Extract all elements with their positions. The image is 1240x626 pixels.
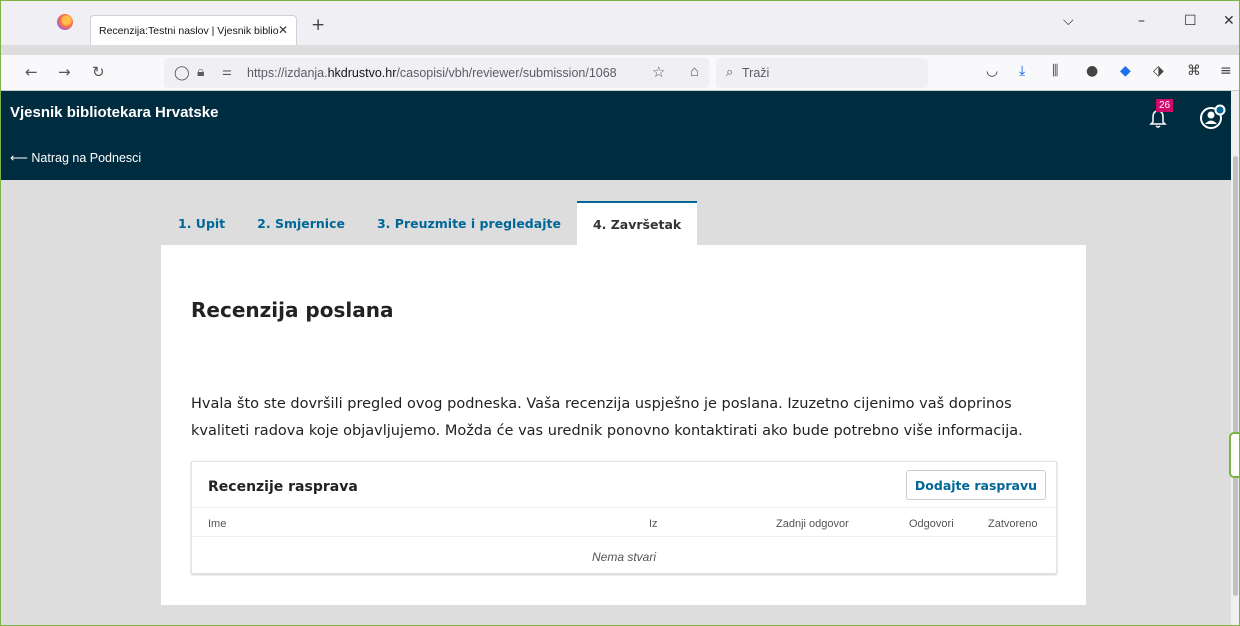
search-input[interactable]: ⌕ Traži (716, 58, 928, 88)
browser-navbar: ← → ↻ ◯ 🔒︎ ⚌ https://izdanja.hkdrustvo.h… (1, 55, 1239, 91)
back-icon[interactable]: ← (25, 63, 38, 81)
add-discussion-button[interactable]: Dodajte raspravu (905, 470, 1046, 500)
back-to-submissions-link[interactable]: ⟵ Natrag na Podnesci (10, 150, 141, 165)
search-icon: ⌕ (726, 64, 734, 79)
empty-discussions-text: Nema stvari (591, 550, 656, 564)
extension-blue-icon[interactable]: ◆ (1120, 63, 1131, 79)
permissions-icon[interactable]: ⚌ (222, 65, 232, 78)
column-header-closed[interactable]: Zatvoreno (988, 518, 1038, 530)
forward-icon[interactable]: → (58, 63, 71, 81)
search-placeholder: Traži (742, 66, 770, 80)
notification-count-badge: 26 (1156, 99, 1174, 112)
user-account-icon[interactable] (1199, 103, 1227, 131)
site-header: Vjesnik bibliotekara Hrvatske ⟵ Natrag n… (1, 91, 1231, 180)
browser-tab-title: Recenzija:Testni naslov | Vjesnik biblio… (99, 24, 279, 37)
discussions-table-header: Ime Iz Zadnji odgovor Odgovori Zatvoreno (192, 507, 1056, 537)
pocket-icon[interactable]: ◡ (986, 63, 998, 79)
browser-tab[interactable]: Recenzija:Testni naslov | Vjesnik biblio… (90, 15, 297, 45)
extensions-puzzle-icon[interactable]: ⌘ (1187, 63, 1201, 79)
site-title[interactable]: Vjesnik bibliotekara Hrvatske (10, 104, 218, 121)
scrollbar-thumb[interactable] (1233, 156, 1238, 596)
maximize-icon[interactable]: ☐ (1184, 13, 1197, 29)
column-header-name[interactable]: Ime (208, 518, 226, 530)
library-icon[interactable]: ⫼ (1052, 63, 1058, 79)
close-tab-icon[interactable]: ✕ (278, 23, 288, 37)
tab-upit[interactable]: 1. Upit (162, 201, 241, 245)
extension-tag-icon[interactable]: ⬗ (1153, 63, 1164, 79)
column-header-last-reply[interactable]: Zadnji odgovor (776, 518, 849, 530)
extension-b-icon[interactable]: ● (1086, 63, 1098, 79)
reload-icon[interactable]: ↻ (92, 63, 105, 81)
home-icon[interactable]: ⌂ (690, 63, 699, 80)
page-title: Recenzija poslana (191, 298, 394, 322)
firefox-icon[interactable] (57, 14, 73, 30)
browser-tabbar: Recenzija:Testni naslov | Vjesnik biblio… (1, 1, 1239, 45)
review-wizard-tabs: 1. Upit 2. Smjernice 3. Preuzmite i preg… (162, 201, 698, 245)
browser-window: Recenzija:Testni naslov | Vjesnik biblio… (0, 0, 1240, 626)
minimize-icon[interactable]: – (1138, 13, 1145, 29)
review-completed-panel: Recenzija poslana Hvala što ste dovršili… (161, 245, 1086, 605)
shield-icon[interactable]: ◯ (174, 64, 190, 81)
lock-icon[interactable]: 🔒︎ (197, 63, 204, 80)
column-header-replies[interactable]: Odgovori (909, 518, 954, 530)
new-tab-icon[interactable]: + (311, 15, 325, 35)
discussions-title: Recenzije rasprava (208, 479, 358, 495)
menu-icon[interactable]: ≡ (1220, 63, 1232, 79)
confirmation-message: Hvala što ste dovršili pregled ovog podn… (191, 396, 1023, 439)
tab-preuzmite-i-pregledajte[interactable]: 3. Preuzmite i pregledajte (361, 201, 577, 245)
side-extension-widget[interactable] (1229, 432, 1239, 478)
column-header-from[interactable]: Iz (649, 518, 658, 530)
web-page: Vjesnik bibliotekara Hrvatske ⟵ Natrag n… (1, 91, 1231, 625)
url-text: https://izdanja.hkdrustvo.hr/casopisi/vb… (247, 66, 617, 80)
window-close-icon[interactable]: ✕ (1223, 13, 1235, 29)
download-icon[interactable]: ⤓ (1019, 63, 1025, 79)
url-bar[interactable]: ◯ 🔒︎ ⚌ https://izdanja.hkdrustvo.hr/caso… (164, 58, 709, 88)
notifications-bell-icon[interactable] (1149, 109, 1167, 129)
tab-zavrsetak[interactable]: 4. Završetak (576, 201, 698, 245)
tab-smjernice[interactable]: 2. Smjernice (241, 201, 361, 245)
bookmark-star-icon[interactable]: ☆ (652, 63, 665, 81)
tab-list-icon[interactable]: ⌵ (1063, 13, 1074, 29)
review-discussions-grid: Recenzije rasprava Dodajte raspravu Ime … (191, 461, 1057, 574)
